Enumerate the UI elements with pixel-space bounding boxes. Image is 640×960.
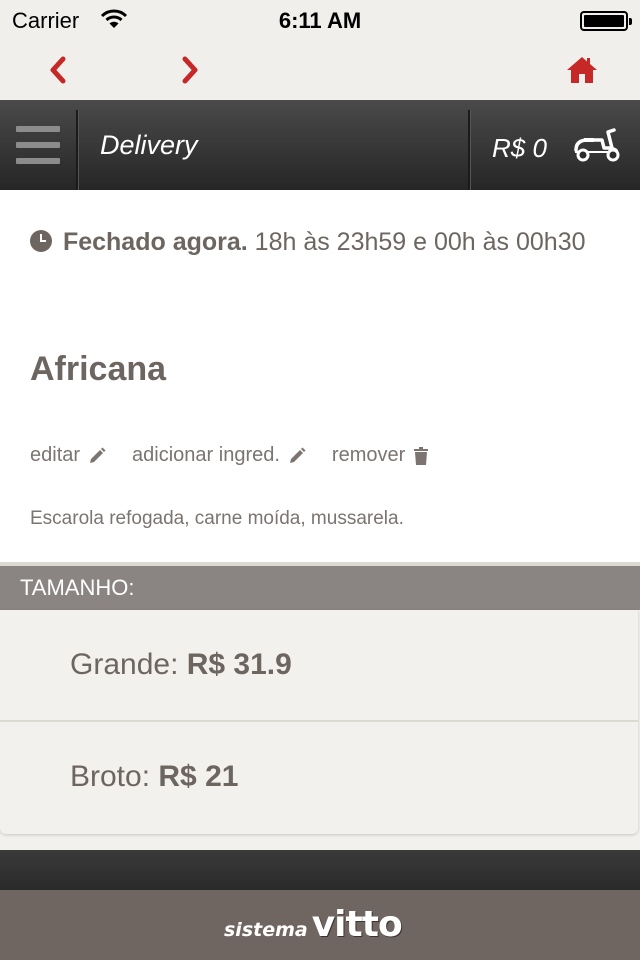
edit-label: editar [30,444,81,466]
status-bar: Carrier 6:11 AM [0,0,640,40]
hamburger-menu-icon-bar [16,158,60,164]
footer-bar [0,850,640,890]
app-header: Delivery R$ 0 [0,100,640,190]
store-hours-text: 18h às 23h59 e 00h às 00h30 [254,228,586,256]
hamburger-menu-icon [16,126,60,132]
battery-icon [580,11,632,31]
size-list: Grande: R$ 31.9 Broto: R$ 21 [0,610,638,834]
product-info-panel: Fechado agora. 18h às 23h59 e 00h às 00h… [0,190,640,562]
size-price: R$ 31.9 [186,648,292,681]
size-label: Grande: [70,648,179,681]
back-button[interactable] [38,52,78,88]
store-status: Fechado agora. [62,228,248,256]
brand-logo: sistema vitto [224,904,403,945]
product-description: Escarola refogada, carne moída, mussarel… [30,508,404,529]
header-divider [468,110,471,190]
menu-button[interactable] [0,100,76,190]
clock-icon [30,230,52,252]
size-option-broto[interactable]: Broto: R$ 21 [0,722,638,834]
brand-big-text: vitto [311,904,403,945]
brand-small-text: sistema [224,919,308,941]
pencil-icon [90,447,106,463]
size-label: Broto: [70,760,151,793]
size-price: R$ 21 [158,760,239,793]
size-section-header: TAMANHO: [0,566,640,610]
remove-label: remover [331,444,406,466]
header-divider [76,110,79,190]
size-option-text: Grande: R$ 31.9 [70,648,292,682]
edit-button[interactable]: editar [30,444,106,467]
trash-icon [414,446,429,465]
size-option-text: Broto: R$ 21 [70,760,238,794]
remove-button[interactable]: remover [332,444,429,467]
product-actions: editar adicionar ingred. remover [30,444,455,467]
chevron-right-icon [182,56,198,84]
browser-nav-bar [0,40,640,100]
chevron-left-icon [50,56,66,84]
product-name: Africana [30,350,167,388]
home-button[interactable] [562,52,602,88]
forward-button[interactable] [170,52,210,88]
page-title: Delivery [100,130,198,160]
size-option-grande[interactable]: Grande: R$ 31.9 [0,610,638,722]
store-hours: Fechado agora. 18h às 23h59 e 00h às 00h… [30,222,610,262]
hamburger-menu-icon-bar [16,142,60,148]
add-ingredient-label: adicionar ingred. [132,444,280,466]
clock-time: 6:11 AM [278,8,362,33]
add-ingredient-button[interactable]: adicionar ingred. [132,444,306,467]
home-icon [567,57,597,83]
cart-total[interactable]: R$ 0 [492,133,547,164]
pencil-icon [289,447,306,463]
scooter-icon[interactable] [572,126,622,167]
